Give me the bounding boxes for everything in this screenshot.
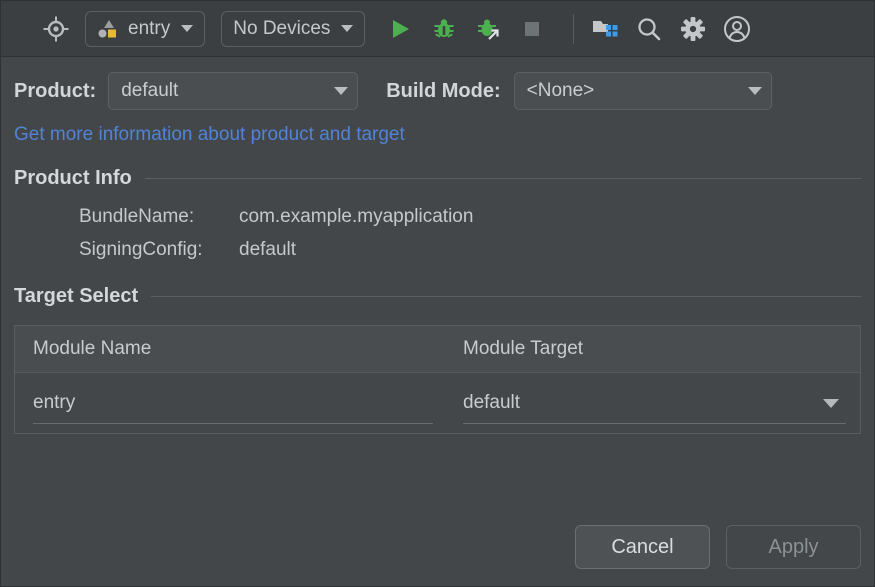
run-button[interactable] bbox=[383, 12, 417, 46]
stop-button[interactable] bbox=[515, 12, 549, 46]
table-header-cell-module-target: Module Target bbox=[447, 326, 860, 372]
apply-button: Apply bbox=[726, 525, 861, 569]
bundle-name-value: com.example.myapplication bbox=[239, 206, 473, 228]
module-selector-label: entry bbox=[128, 18, 170, 40]
signing-config-value: default bbox=[239, 239, 296, 261]
target-select-title: Target Select bbox=[14, 285, 151, 308]
product-info-title: Product Info bbox=[14, 167, 145, 190]
account-avatar-icon[interactable] bbox=[720, 12, 754, 46]
cell-underline bbox=[463, 423, 846, 424]
gear-icon[interactable] bbox=[676, 12, 710, 46]
table-header-row: Module Name Module Target bbox=[15, 326, 860, 373]
table-row[interactable]: entry default bbox=[15, 373, 860, 433]
info-link-row: Get more information about product and t… bbox=[14, 124, 861, 146]
build-mode-select-value: <None> bbox=[527, 80, 737, 102]
module-target-value: default bbox=[463, 392, 520, 414]
section-divider bbox=[145, 178, 861, 179]
product-label: Product: bbox=[14, 80, 96, 103]
build-mode-select[interactable]: <None> bbox=[514, 72, 772, 110]
table-header-cell-module-name: Module Name bbox=[15, 326, 447, 372]
cell-module-target[interactable]: default bbox=[447, 373, 860, 433]
product-buildmode-row: Product: default Build Mode: <None> bbox=[14, 64, 861, 118]
product-info-list: BundleName: com.example.myapplication Si… bbox=[14, 206, 861, 261]
bundle-name-label: BundleName: bbox=[79, 206, 239, 228]
column-header-label: Module Target bbox=[463, 338, 583, 360]
cell-underline bbox=[33, 423, 433, 424]
main-toolbar: entry No Devices bbox=[1, 1, 874, 57]
device-selector[interactable]: No Devices bbox=[221, 11, 365, 47]
debug-button[interactable] bbox=[427, 12, 461, 46]
device-manager-icon[interactable] bbox=[588, 12, 622, 46]
module-shapes-icon bbox=[97, 18, 119, 40]
target-crosshair-icon[interactable] bbox=[39, 12, 73, 46]
module-name-value: entry bbox=[33, 392, 75, 414]
device-selector-label: No Devices bbox=[233, 18, 330, 40]
chevron-down-icon bbox=[181, 25, 193, 32]
dialog-footer: Cancel Apply bbox=[559, 525, 861, 569]
product-select-value: default bbox=[121, 80, 323, 102]
cell-module-name: entry bbox=[15, 373, 447, 433]
product-info-row: BundleName: com.example.myapplication bbox=[79, 206, 861, 228]
attach-debugger-button[interactable] bbox=[471, 12, 505, 46]
toolbar-divider bbox=[573, 14, 574, 44]
build-mode-label: Build Mode: bbox=[386, 80, 500, 103]
run-actions-group bbox=[383, 12, 559, 46]
cancel-button[interactable]: Cancel bbox=[575, 525, 710, 569]
signing-config-label: SigningConfig: bbox=[79, 239, 239, 261]
product-target-info-link[interactable]: Get more information about product and t… bbox=[14, 124, 405, 145]
product-info-row: SigningConfig: default bbox=[79, 239, 861, 261]
section-divider bbox=[151, 296, 861, 297]
chevron-down-icon bbox=[334, 87, 348, 95]
product-info-section-header: Product Info bbox=[14, 167, 861, 190]
target-select-table: Module Name Module Target entry default bbox=[14, 325, 861, 434]
module-selector[interactable]: entry bbox=[85, 11, 205, 47]
chevron-down-icon bbox=[341, 25, 353, 32]
chevron-down-icon[interactable] bbox=[823, 399, 839, 408]
chevron-down-icon bbox=[748, 87, 762, 95]
search-icon[interactable] bbox=[632, 12, 666, 46]
configuration-content: Product: default Build Mode: <None> Get … bbox=[1, 64, 874, 434]
product-select[interactable]: default bbox=[108, 72, 358, 110]
column-header-label: Module Name bbox=[33, 338, 151, 360]
target-select-section-header: Target Select bbox=[14, 285, 861, 308]
run-configuration-panel: entry No Devices bbox=[0, 0, 875, 587]
